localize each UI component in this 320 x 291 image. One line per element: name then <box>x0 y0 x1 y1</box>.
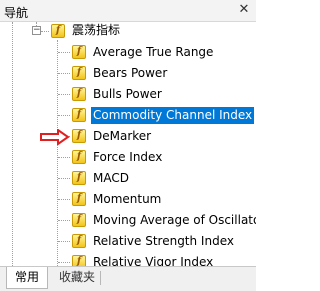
tree-guide-line <box>58 115 70 116</box>
tree-item[interactable]: f Average True Range <box>0 43 256 64</box>
tree-item-label: Bulls Power <box>93 87 162 101</box>
tree-item-label: MACD <box>93 171 129 185</box>
tree-item[interactable]: f Force Index <box>0 148 256 169</box>
tab-favorites[interactable]: 收藏夹 <box>54 267 100 289</box>
navigator-tab-bar: 常用 收藏夹 <box>0 266 256 291</box>
tree-item-label: Relative Strength Index <box>93 234 234 248</box>
tree-item[interactable]: f Relative Vigor Index <box>0 253 256 266</box>
collapse-icon[interactable]: − <box>32 26 41 35</box>
tree-item-label: Commodity Channel Index <box>91 107 255 124</box>
tree-guide-line <box>58 262 70 263</box>
function-icon: f <box>72 108 86 122</box>
tree-item-label: Bears Power <box>93 66 168 80</box>
function-icon: f <box>72 45 86 59</box>
function-icon: f <box>72 150 86 164</box>
pointer-arrow-icon <box>40 129 70 145</box>
tree-folder-oscillators[interactable]: − f 震荡指标 <box>0 22 256 43</box>
tree-guide-line <box>58 178 70 179</box>
function-icon: f <box>72 255 86 266</box>
function-icon: f <box>72 234 86 248</box>
tree-guide-line <box>58 94 70 95</box>
tree-item[interactable]: f Commodity Channel Index <box>0 106 256 127</box>
tree-item-label: Average True Range <box>93 45 214 59</box>
function-icon: f <box>51 24 65 38</box>
close-icon[interactable]: ✕ <box>237 3 251 17</box>
function-icon: f <box>72 66 86 80</box>
function-icon: f <box>72 213 86 227</box>
tree-item[interactable]: f Bears Power <box>0 64 256 85</box>
tree-item-label: Momentum <box>93 192 162 206</box>
navigator-title-bar: 导航 ✕ <box>0 0 256 22</box>
function-icon: f <box>72 171 86 185</box>
tree-item[interactable]: f Momentum <box>0 190 256 211</box>
function-icon: f <box>72 129 86 143</box>
tree-item[interactable]: f Bulls Power <box>0 85 256 106</box>
tree-item[interactable]: f Relative Strength Index <box>0 232 256 253</box>
tree-item-label: DeMarker <box>93 129 152 143</box>
function-icon: f <box>72 192 86 206</box>
tab-common[interactable]: 常用 <box>6 267 48 289</box>
tree-guide-line <box>58 157 70 158</box>
tree-guide-line <box>58 241 70 242</box>
tree-guide-line <box>58 73 70 74</box>
tree-item[interactable]: f DeMarker <box>0 127 256 148</box>
tree-guide-line <box>58 220 70 221</box>
tree-item[interactable]: f MACD <box>0 169 256 190</box>
function-icon: f <box>72 87 86 101</box>
window-title: 导航 <box>4 6 29 20</box>
tree-folder-label: 震荡指标 <box>72 23 121 37</box>
tab-divider <box>100 271 101 285</box>
tree-item-label: Relative Vigor Index <box>93 255 214 266</box>
tree-guide-line <box>58 52 70 53</box>
tree-guide-line <box>58 199 70 200</box>
tree-item-label: Force Index <box>93 150 163 164</box>
tree-item[interactable]: f Moving Average of Oscillator <box>0 211 256 232</box>
navigator-tree[interactable]: − f 震荡指标 f Average True Range f Bears Power… <box>0 22 256 266</box>
tree-item-label: Moving Average of Oscillator <box>93 213 256 227</box>
